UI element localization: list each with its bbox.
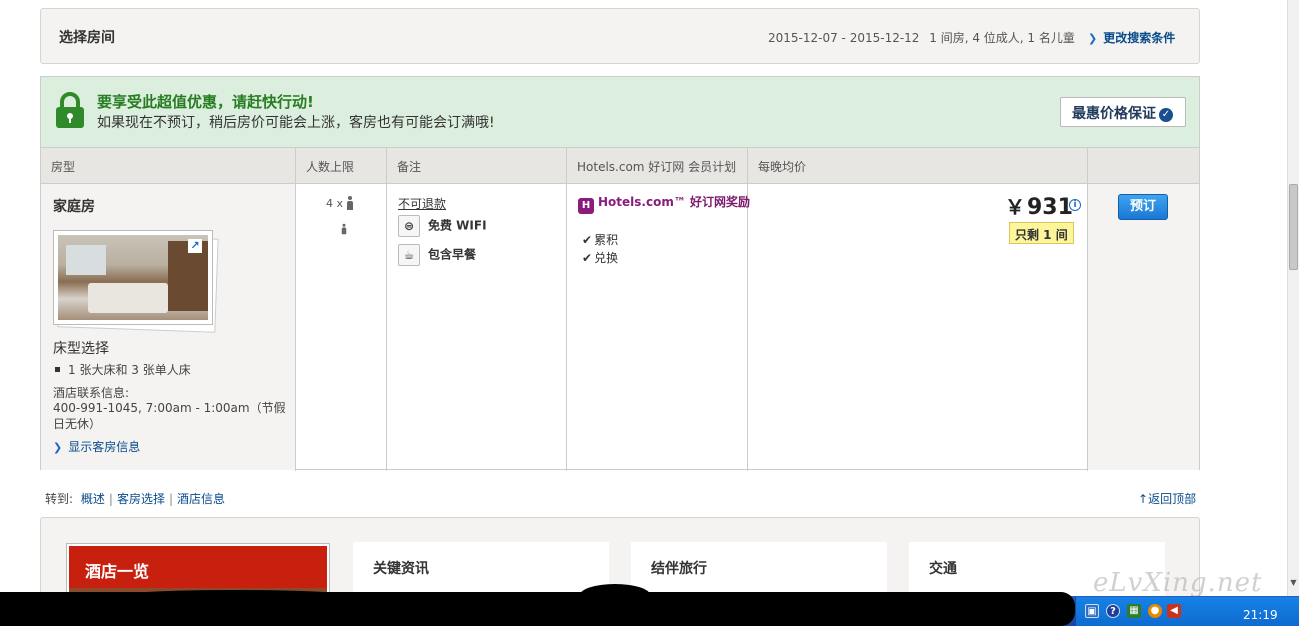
check-icon: ✔ <box>582 251 593 265</box>
wifi-icon: ⊜ <box>398 215 420 237</box>
scroll-down-arrow-icon[interactable]: ▼ <box>1288 578 1299 592</box>
back-to-top-label: 返回顶部 <box>1148 492 1197 506</box>
child-icon <box>341 223 347 235</box>
modify-search-label: 更改搜索条件 <box>1103 31 1176 45</box>
contact-title: 酒店联系信息: <box>53 386 130 400</box>
child-occupancy <box>337 218 347 237</box>
rewards-brand: Hotels.com™ <box>598 195 686 209</box>
price-guarantee-button[interactable]: 最惠价格保证 ✓ <box>1060 97 1186 127</box>
feature-breakfast-label: 包含早餐 <box>428 247 477 262</box>
stay-dates: 2015-12-07 - 2015-12-12 <box>768 31 920 45</box>
photo-bed <box>88 283 168 313</box>
header-notes: 备注 <box>397 160 422 174</box>
show-room-info-label: 显示客房信息 <box>68 440 141 454</box>
back-to-top-link[interactable]: ↑返回顶部 <box>1138 490 1196 507</box>
hotel-overview-title: 酒店一览 <box>85 562 150 581</box>
lock-icon <box>56 92 84 128</box>
redaction-mask <box>580 584 650 606</box>
vertical-scrollbar[interactable] <box>1287 0 1299 596</box>
bed-type-title: 床型选择 <box>53 341 109 357</box>
book-button[interactable]: 预订 <box>1118 194 1168 220</box>
table-header: 房型 人数上限 备注 Hotels.com 好订网 会员计划 每晚均价 <box>41 147 1199 184</box>
key-facts-title: 关键资讯 <box>373 561 429 577</box>
rewards-program: H Hotels.com™ 好订网奖励 <box>578 194 768 214</box>
price-guarantee-label: 最惠价格保证 <box>1072 106 1156 122</box>
scrollbar-thumb[interactable] <box>1289 184 1298 270</box>
header-rewards: Hotels.com 好订网 会员计划 <box>577 160 737 174</box>
price-amount: 931 <box>1027 195 1073 220</box>
jump-link-overview[interactable]: 概述 <box>77 492 109 506</box>
rewards-redeem-label: 兑换 <box>594 251 619 265</box>
feature-wifi-label: 免费 WIFI <box>428 218 487 233</box>
info-icon[interactable]: i <box>1069 199 1081 211</box>
bed-option: 1 张大床和 3 张单人床 <box>55 361 191 378</box>
transport-title: 交通 <box>929 561 957 577</box>
rewards-program-name: 好订网奖励 <box>690 195 751 209</box>
jump-link-hotel-info[interactable]: 酒店信息 <box>173 492 229 506</box>
currency-symbol: ￥ <box>1005 195 1025 219</box>
rewards-redeem: ✔ 兑换 <box>582 249 618 266</box>
taskbar-clock: 21:19 <box>1243 608 1278 622</box>
header-nightly-price: 每晚均价 <box>758 160 807 174</box>
max-occupancy: 4 x <box>326 196 354 210</box>
column-divider <box>295 147 296 471</box>
jump-to-label: 转到: <box>45 492 74 506</box>
speaker-icon[interactable]: ◀ <box>1167 604 1181 618</box>
display-icon[interactable]: ▣ <box>1085 604 1099 618</box>
feature-breakfast: ☕ 包含早餐 <box>398 244 476 266</box>
room-guest-count: 1 间房, 4 位成人, 1 名儿童 <box>929 31 1075 45</box>
travel-together-title: 结伴旅行 <box>651 561 707 577</box>
modify-search-link[interactable]: ❯ 更改搜索条件 <box>1088 29 1175 46</box>
coffee-cup-icon: ☕ <box>398 244 420 266</box>
hotels-com-logo-icon: H <box>578 198 594 214</box>
search-criteria: 2015-12-07 - 2015-12-12 1 间房, 4 位成人, 1 名… <box>768 29 1075 46</box>
book-cell <box>1088 184 1199 470</box>
show-room-info-link[interactable]: ❯ 显示客房信息 <box>53 438 140 455</box>
network-icon[interactable]: ▦ <box>1127 604 1141 618</box>
bullet-icon <box>55 367 60 372</box>
section-title: 选择房间 <box>59 30 115 46</box>
photo-frame: ↗ <box>53 230 213 325</box>
jump-to-nav: 转到: 概述 | 客房选择 | 酒店信息 <box>45 490 229 507</box>
banner-subtext: 如果现在不预订，稍后房价可能会上涨，客房也有可能会订满哦! <box>97 115 495 131</box>
chevron-right-icon: ❯ <box>53 441 63 454</box>
header-max-occupancy: 人数上限 <box>306 160 355 174</box>
banner-headline: 要享受此超值优惠，请赶快行动! <box>97 93 314 111</box>
availability-badge: 只剩 1 间 <box>1009 222 1074 244</box>
chevron-right-icon: ❯ <box>1088 32 1098 45</box>
refund-policy-link[interactable]: 不可退款 <box>398 195 446 212</box>
watermark: eLvXing.net <box>1093 568 1263 598</box>
urgency-banner: 要享受此超值优惠，请赶快行动! 如果现在不预订，稍后房价可能会上涨，客房也有可能… <box>41 77 1199 147</box>
header-room-type: 房型 <box>51 160 76 174</box>
expand-photo-icon[interactable]: ↗ <box>188 239 202 253</box>
feature-wifi: ⊜ 免费 WIFI <box>398 215 487 237</box>
bed-option-label: 1 张大床和 3 张单人床 <box>68 363 191 377</box>
rewards-collect: ✔ 累积 <box>582 231 618 248</box>
rewards-collect-label: 累积 <box>594 233 619 247</box>
occupancy-count: 4 x <box>326 197 344 210</box>
room-name: 家庭房 <box>53 199 95 215</box>
photo-window <box>66 245 106 275</box>
nightly-price: ￥931 <box>1005 191 1073 220</box>
room-photo[interactable]: ↗ <box>53 230 219 333</box>
contact-detail: 400-991-1045, 7:00am - 1:00am（节假日无休） <box>53 401 286 431</box>
column-divider <box>1087 147 1088 471</box>
search-summary-bar: 选择房间 2015-12-07 - 2015-12-12 1 间房, 4 位成人… <box>40 8 1200 64</box>
qq-icon[interactable]: ● <box>1148 604 1162 618</box>
column-divider <box>566 147 567 471</box>
checkmark-badge-icon: ✓ <box>1159 108 1173 122</box>
adult-icon <box>347 196 354 210</box>
help-icon[interactable]: ? <box>1106 604 1120 618</box>
redaction-mask <box>110 590 360 604</box>
column-divider <box>386 147 387 471</box>
arrow-up-icon: ↑ <box>1138 492 1149 506</box>
check-icon: ✔ <box>582 233 593 247</box>
room-table: 要享受此超值优惠，请赶快行动! 如果现在不预订，稍后房价可能会上涨，客房也有可能… <box>40 76 1200 471</box>
jump-link-rooms[interactable]: 客房选择 <box>113 492 169 506</box>
hotel-room-selection-page: 选择房间 2015-12-07 - 2015-12-12 1 间房, 4 位成人… <box>0 0 1299 626</box>
room-photo-image: ↗ <box>58 235 208 320</box>
